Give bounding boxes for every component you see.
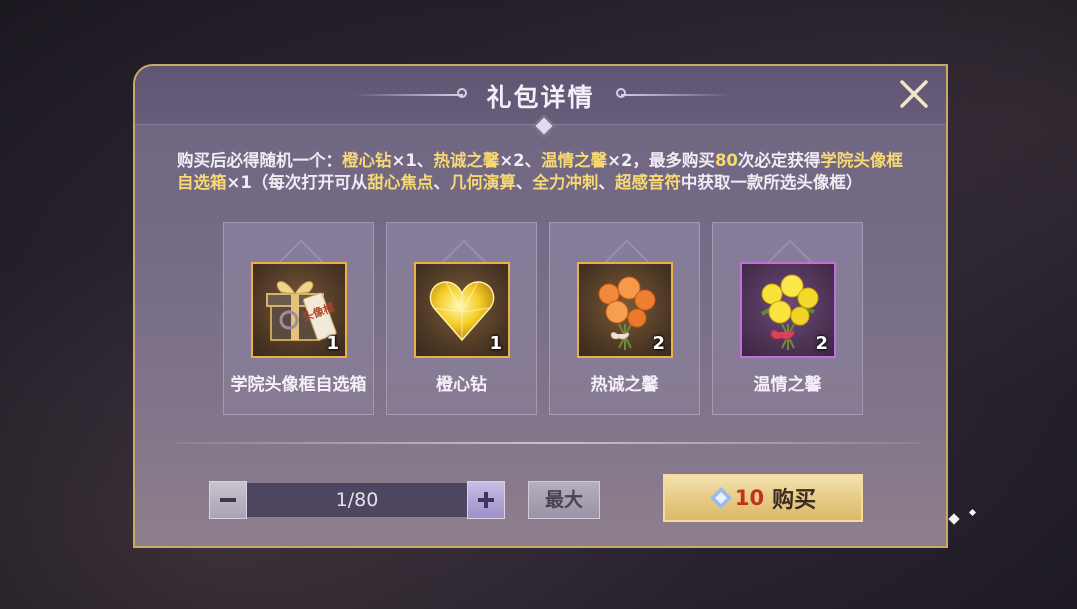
max-button[interactable]: 最大 [528, 481, 600, 519]
reward-item-card[interactable]: 1 橙心钻 [386, 222, 537, 415]
item-quantity: 2 [815, 333, 828, 354]
close-icon [900, 80, 928, 108]
quantity-value: 1/80 [335, 489, 379, 511]
item-name: 学院头像框自选箱 [230, 375, 367, 395]
gift-pack-dialog: 礼包详情 购买后必得随机一个：橙心钻×1、热诚之馨×2、温情之馨×2，最多购买8… [133, 64, 948, 548]
item-quantity: 1 [489, 333, 502, 354]
buy-button[interactable]: 10 购买 [663, 474, 863, 522]
item-icon-frame: 2 [577, 262, 673, 358]
item-icon-frame: 2 [740, 262, 836, 358]
divider [177, 442, 919, 444]
reward-item-card[interactable]: 头像框 1 学院头像框自选箱 [223, 222, 374, 415]
buy-label: 购买 [772, 488, 817, 513]
decrease-button[interactable] [209, 481, 247, 519]
reward-item-card[interactable]: 2 温情之馨 [712, 222, 863, 415]
pack-description: 购买后必得随机一个：橙心钻×1、热诚之馨×2、温情之馨×2，最多购买80次必定获… [177, 151, 903, 192]
item-name: 温情之馨 [753, 375, 822, 395]
reward-item-card[interactable]: 2 热诚之馨 [549, 222, 700, 415]
item-name: 热诚之馨 [590, 375, 659, 395]
plus-icon [478, 492, 494, 508]
increase-button[interactable] [467, 481, 505, 519]
item-quantity: 2 [652, 333, 665, 354]
diamond-gem-icon [709, 487, 732, 509]
item-name: 橙心钻 [436, 375, 487, 395]
minus-icon [220, 498, 236, 502]
item-icon-frame: 1 [414, 262, 510, 358]
item-quantity: 1 [326, 333, 339, 354]
title-ornament-dot [616, 88, 626, 98]
header-gem-ornament [532, 114, 556, 138]
item-icon-frame: 头像框 1 [251, 262, 347, 358]
quantity-stepper: 1/80 [209, 481, 505, 519]
title-ornament [621, 94, 731, 96]
close-button[interactable] [896, 76, 932, 112]
buy-price: 10 [734, 486, 765, 510]
dialog-title: 礼包详情 [486, 83, 595, 112]
dialog-header: 礼包详情 [135, 66, 946, 138]
